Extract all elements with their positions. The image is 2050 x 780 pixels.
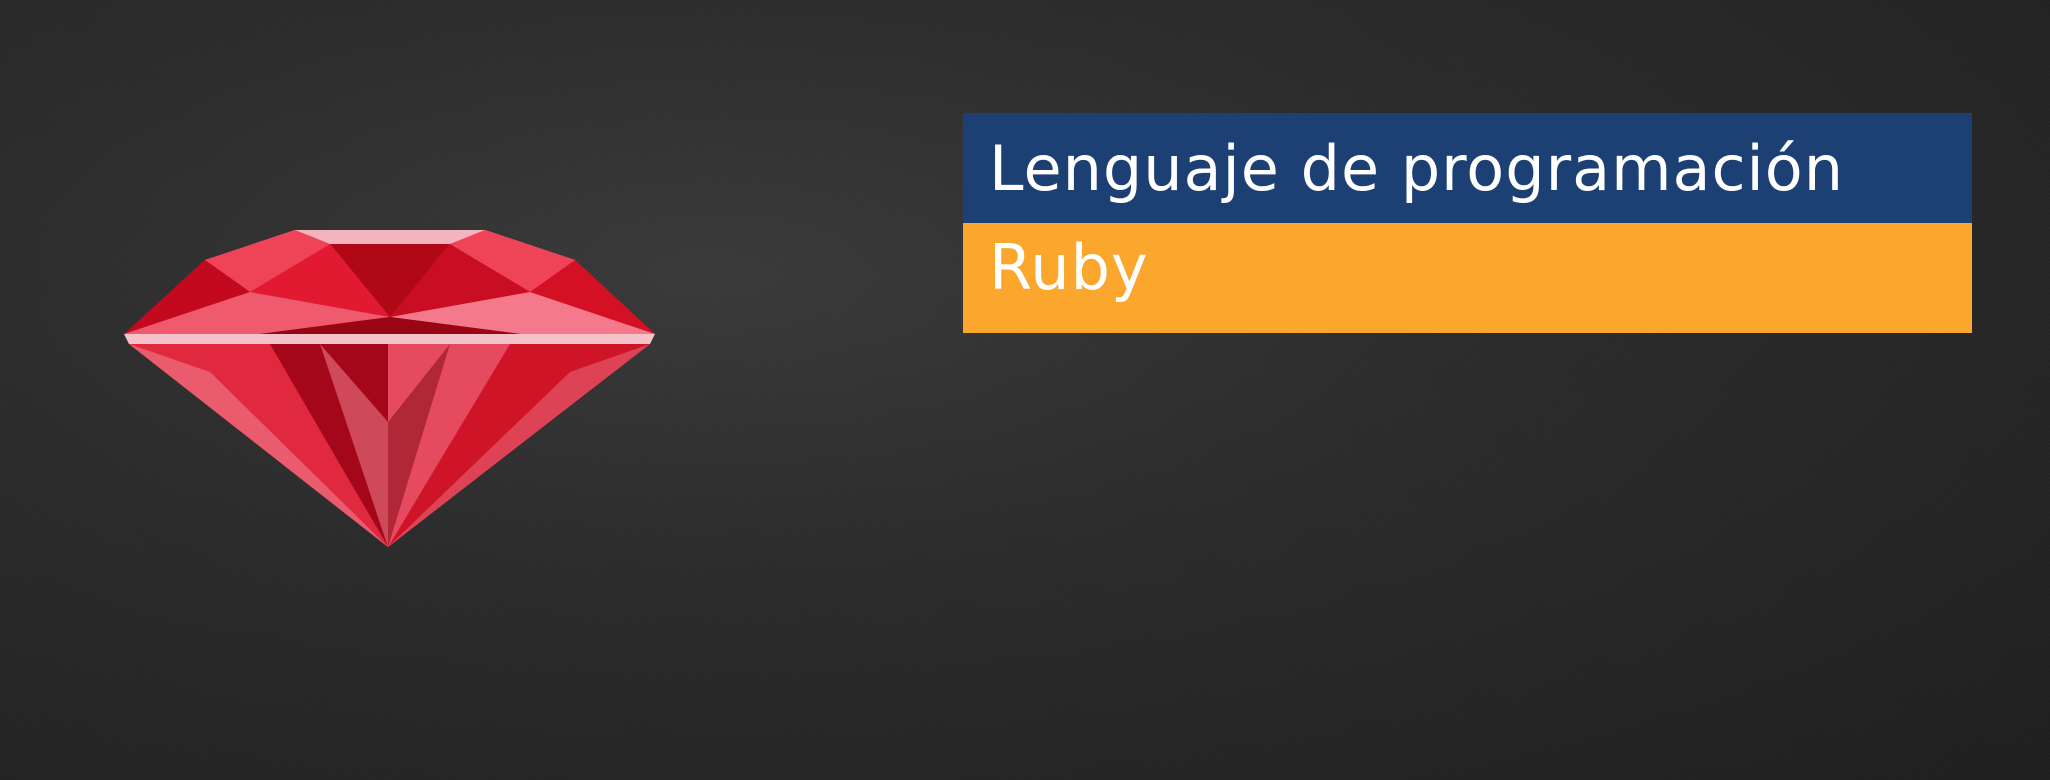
title-primary: Lenguaje de programación	[963, 113, 1972, 223]
title-banner: Lenguaje de programación Ruby	[963, 113, 1972, 333]
ruby-gem-icon	[124, 230, 655, 547]
title-accent: Ruby	[963, 223, 1972, 333]
